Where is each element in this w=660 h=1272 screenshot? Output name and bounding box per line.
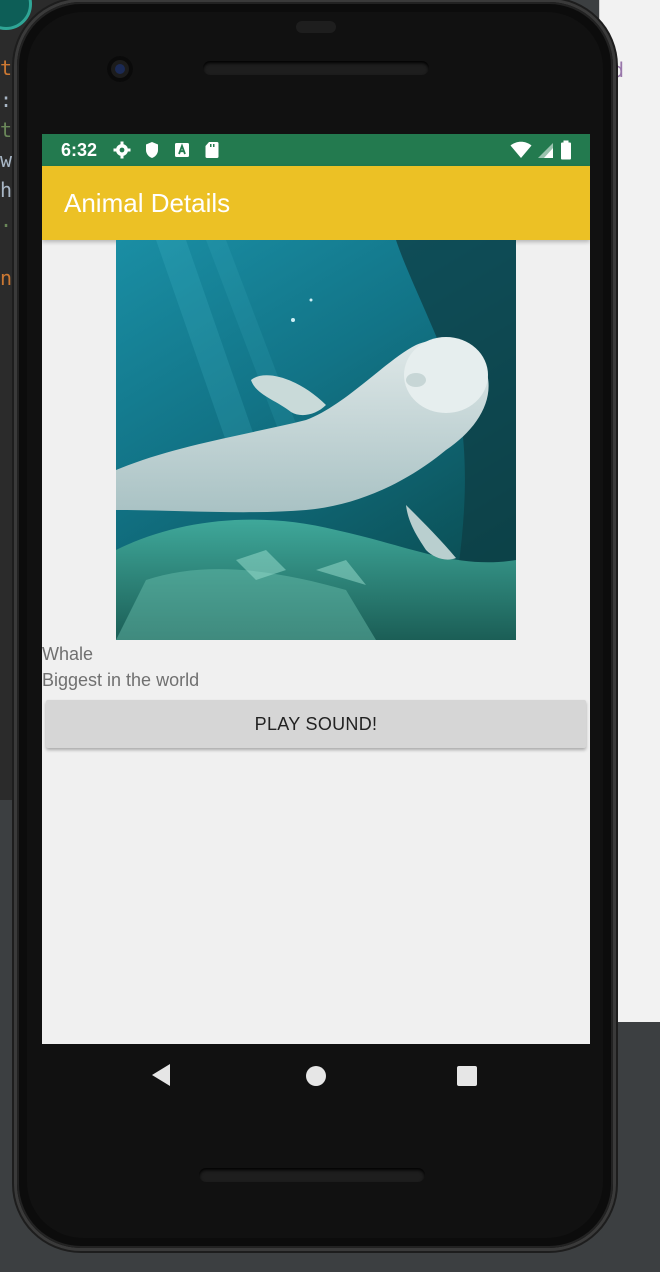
settings-icon (112, 140, 132, 160)
status-time: 6:32 (61, 140, 98, 160)
ide-code-fragment: n (0, 266, 13, 290)
status-bar: 6:32 (42, 134, 590, 166)
ide-code-fragment: : (0, 88, 13, 112)
play-sound-button[interactable]: PLAY SOUND! (46, 700, 586, 748)
wifi-icon (510, 141, 532, 164)
device-screen: 6:32 Animal Details Whale Biggest in the… (42, 134, 590, 1044)
status-system-icons (510, 140, 572, 165)
bottom-speaker-grille (199, 1168, 425, 1182)
animal-image (116, 240, 516, 640)
ide-code-fragment: t (0, 56, 13, 80)
signal-icon (538, 141, 554, 164)
proximity-sensor (296, 21, 336, 33)
animal-name: Whale (42, 644, 94, 664)
home-icon[interactable] (306, 1066, 326, 1086)
app-toolbar: Animal Details (42, 166, 590, 240)
back-icon[interactable] (152, 1064, 170, 1086)
a-icon (172, 140, 192, 160)
ide-code-fragment: . (0, 208, 13, 232)
recents-icon[interactable] (457, 1066, 477, 1086)
top-speaker-grille (203, 61, 429, 75)
beluga-whale-image (116, 240, 516, 640)
ide-code-fragment: d (611, 58, 624, 82)
ide-code-fragment: w (0, 148, 13, 172)
shield-icon (142, 140, 162, 160)
sdcard-icon (202, 140, 222, 160)
status-notification-icons (112, 140, 222, 160)
page-title: Animal Details (64, 188, 231, 218)
battery-icon (560, 140, 572, 165)
ide-code-fragment: h (0, 178, 13, 202)
navigation-bar (42, 1044, 590, 1108)
animal-description: Biggest in the world (42, 670, 200, 690)
front-camera-icon (107, 56, 133, 82)
ide-code-fragment: t (0, 118, 13, 142)
